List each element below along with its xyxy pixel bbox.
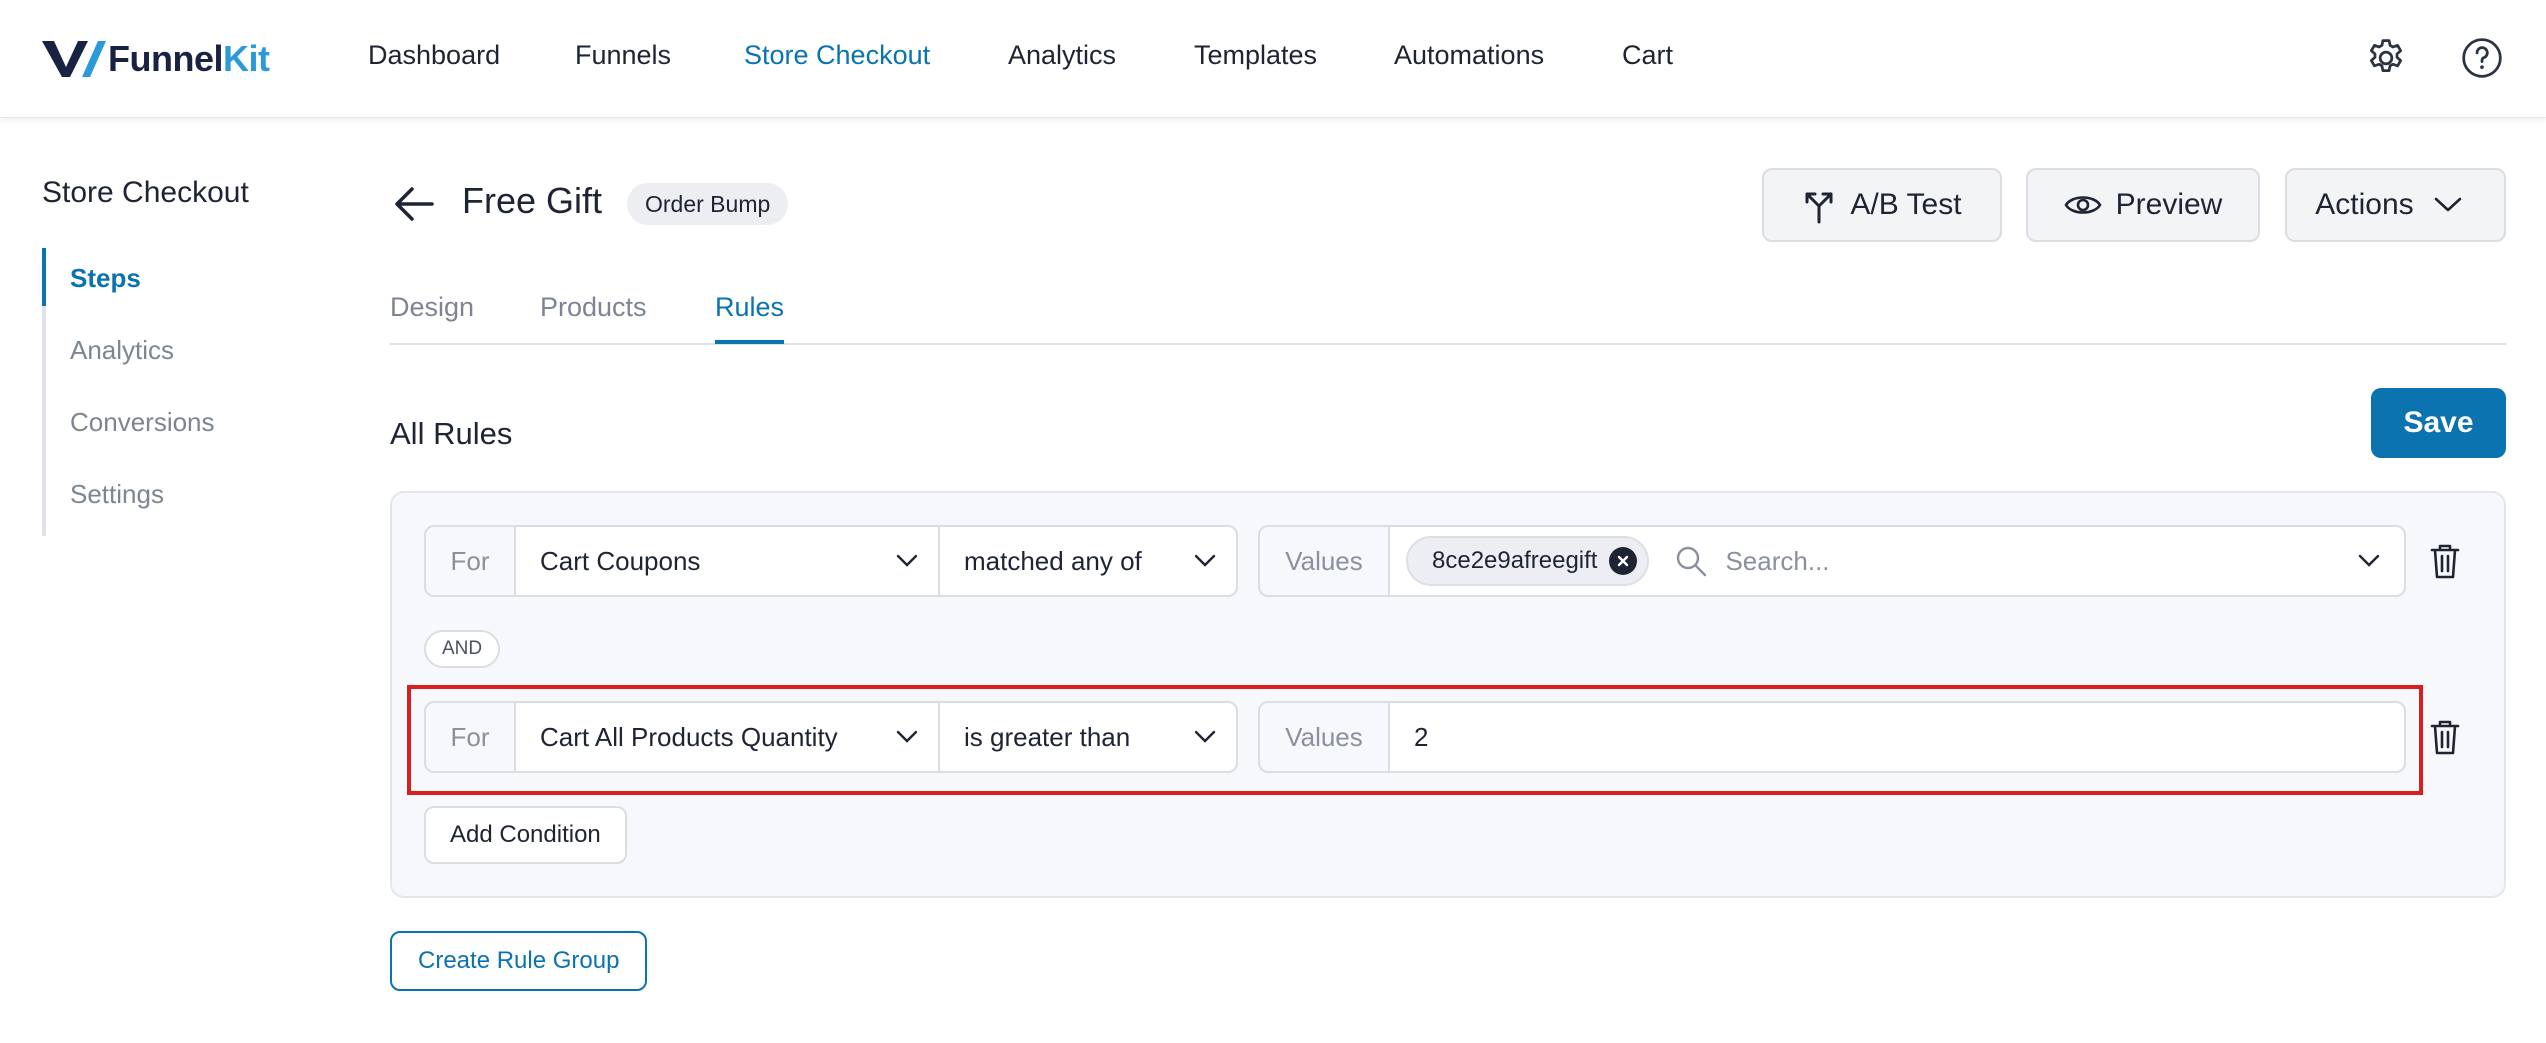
value-chip: 8ce2e9afreegift <box>1406 536 1650 586</box>
rule-operator-value: is greater than <box>964 721 1131 752</box>
nav-analytics[interactable]: Analytics <box>1008 40 1116 71</box>
back-arrow-icon[interactable] <box>392 184 436 224</box>
tab-design[interactable]: Design <box>390 292 474 323</box>
sidebar-title: Store Checkout <box>42 176 249 209</box>
actions-label: Actions <box>2315 188 2414 221</box>
chevron-down-icon <box>896 730 918 743</box>
ab-test-label: A/B Test <box>1850 188 1962 221</box>
values-label: Values <box>1258 525 1390 597</box>
trash-icon[interactable] <box>2429 718 2461 756</box>
tab-products[interactable]: Products <box>540 292 647 323</box>
search-icon <box>1677 546 1707 577</box>
for-label: For <box>424 525 516 597</box>
split-icon <box>1805 192 1833 224</box>
rule-field-select[interactable]: Cart All Products Quantity <box>516 701 940 773</box>
chevron-down-icon <box>2434 197 2461 212</box>
funnelkit-logo[interactable]: FunnelKit <box>40 34 270 84</box>
logo-text-funnel: Funnel <box>108 38 223 79</box>
funnelkit-logo-icon <box>42 41 106 77</box>
save-button[interactable]: Save <box>2371 388 2506 458</box>
preview-label: Preview <box>2115 188 2223 221</box>
preview-button[interactable]: Preview <box>2026 168 2260 242</box>
eye-icon <box>2064 196 2102 214</box>
and-connector-badge: AND <box>424 630 501 668</box>
nav-funnels[interactable]: Funnels <box>575 40 671 71</box>
rule-row-2: For Cart All Products Quantity is greate… <box>424 701 2406 773</box>
chevron-down-icon <box>896 554 918 567</box>
sidebar-item-conversions[interactable]: Conversions <box>46 392 302 464</box>
add-condition-button[interactable]: Add Condition <box>424 806 627 864</box>
gear-icon[interactable] <box>2364 36 2408 80</box>
page-title: Free Gift <box>462 180 603 221</box>
top-nav-bar: FunnelKit Dashboard Funnels Store Checko… <box>0 0 2546 118</box>
sidebar-nav: Steps Analytics Conversions Settings <box>42 248 302 536</box>
values-search-input[interactable] <box>1725 545 2358 577</box>
rule-operator-value: matched any of <box>964 545 1142 576</box>
values-label: Values <box>1258 701 1390 773</box>
active-tab-indicator <box>715 340 784 344</box>
chevron-down-icon[interactable] <box>2358 554 2380 568</box>
rule-operator-select[interactable]: matched any of <box>940 525 1238 597</box>
rule-field-value: Cart All Products Quantity <box>540 721 838 752</box>
rule-field-value: Cart Coupons <box>540 545 701 576</box>
nav-automations[interactable]: Automations <box>1394 40 1544 71</box>
rule-field-select[interactable]: Cart Coupons <box>516 525 940 597</box>
help-icon[interactable] <box>2460 36 2504 80</box>
step-type-badge: Order Bump <box>627 183 789 225</box>
value-input[interactable]: 2 <box>1390 701 2406 773</box>
sidebar-item-settings[interactable]: Settings <box>46 464 302 536</box>
values-multiselect[interactable]: 8ce2e9afreegift <box>1390 525 2406 597</box>
rule-row-1: For Cart Coupons matched any of Values 8… <box>424 525 2406 597</box>
sidebar-item-analytics[interactable]: Analytics <box>46 320 302 392</box>
chevron-down-icon <box>1194 730 1216 743</box>
nav-templates[interactable]: Templates <box>1194 40 1317 71</box>
rule-operator-select[interactable]: is greater than <box>940 701 1238 773</box>
nav-cart[interactable]: Cart <box>1622 40 1673 71</box>
sidebar-item-steps[interactable]: Steps <box>42 248 302 320</box>
create-rule-group-button[interactable]: Create Rule Group <box>390 931 648 991</box>
tabs-divider <box>390 343 2506 345</box>
nav-dashboard[interactable]: Dashboard <box>368 40 500 71</box>
values-search <box>1675 545 2358 577</box>
section-title: All Rules <box>390 416 513 451</box>
ab-test-button[interactable]: A/B Test <box>1762 168 2002 242</box>
for-label: For <box>424 701 516 773</box>
trash-icon[interactable] <box>2429 542 2461 580</box>
chevron-down-icon <box>1194 554 1216 567</box>
value-chip-label: 8ce2e9afreegift <box>1432 547 1598 574</box>
nav-store-checkout[interactable]: Store Checkout <box>744 40 930 71</box>
logo-text: FunnelKit <box>108 38 270 80</box>
actions-dropdown[interactable]: Actions <box>2285 168 2506 242</box>
logo-text-kit: Kit <box>222 38 270 79</box>
remove-chip-icon[interactable] <box>1609 547 1638 575</box>
tab-rules[interactable]: Rules <box>715 292 784 323</box>
